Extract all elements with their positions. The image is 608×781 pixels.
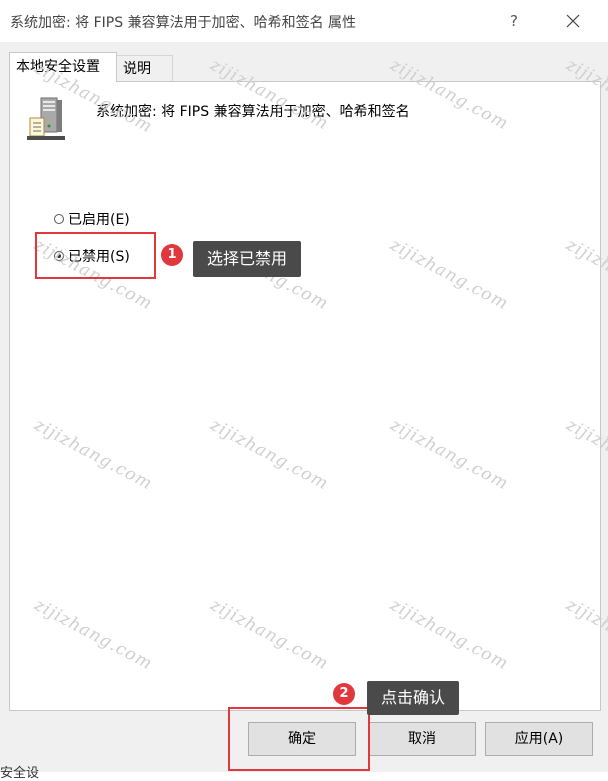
option-enabled[interactable]: 已启用(E) <box>54 209 130 229</box>
close-button[interactable] <box>556 6 590 36</box>
annotation-select-disabled: 选择已禁用 <box>193 241 302 277</box>
tab-local-security-setting[interactable]: 本地安全设置 <box>9 52 117 82</box>
step-badge-1: 1 <box>161 244 183 266</box>
option-enabled-label: 已启用(E) <box>68 212 130 228</box>
help-icon: ? <box>510 12 518 30</box>
radio-button-enabled[interactable] <box>54 214 64 224</box>
step-badge-2: 2 <box>333 683 355 705</box>
ok-button[interactable]: 确定 <box>248 722 356 756</box>
option-disabled[interactable]: 已禁用(S) <box>54 246 130 266</box>
cancel-button[interactable]: 取消 <box>368 722 476 756</box>
server-icon <box>27 96 69 142</box>
annotation-click-ok: 点击确认 <box>367 681 460 715</box>
policy-title: 系统加密: 将 FIPS 兼容算法用于加密、哈希和签名 <box>96 104 410 120</box>
help-button[interactable]: ? <box>498 6 530 36</box>
option-disabled-label: 已禁用(S) <box>68 249 130 265</box>
tab-panel <box>9 81 601 711</box>
window-title: 系统加密: 将 FIPS 兼容算法用于加密、哈希和签名 属性 <box>10 15 357 31</box>
title-bar: 系统加密: 将 FIPS 兼容算法用于加密、哈希和签名 属性 ? <box>0 0 608 42</box>
apply-button[interactable]: 应用(A) <box>485 722 593 756</box>
tab-explain[interactable]: 说明 <box>117 55 173 81</box>
radio-button-disabled[interactable] <box>54 251 64 261</box>
close-icon <box>566 14 580 28</box>
